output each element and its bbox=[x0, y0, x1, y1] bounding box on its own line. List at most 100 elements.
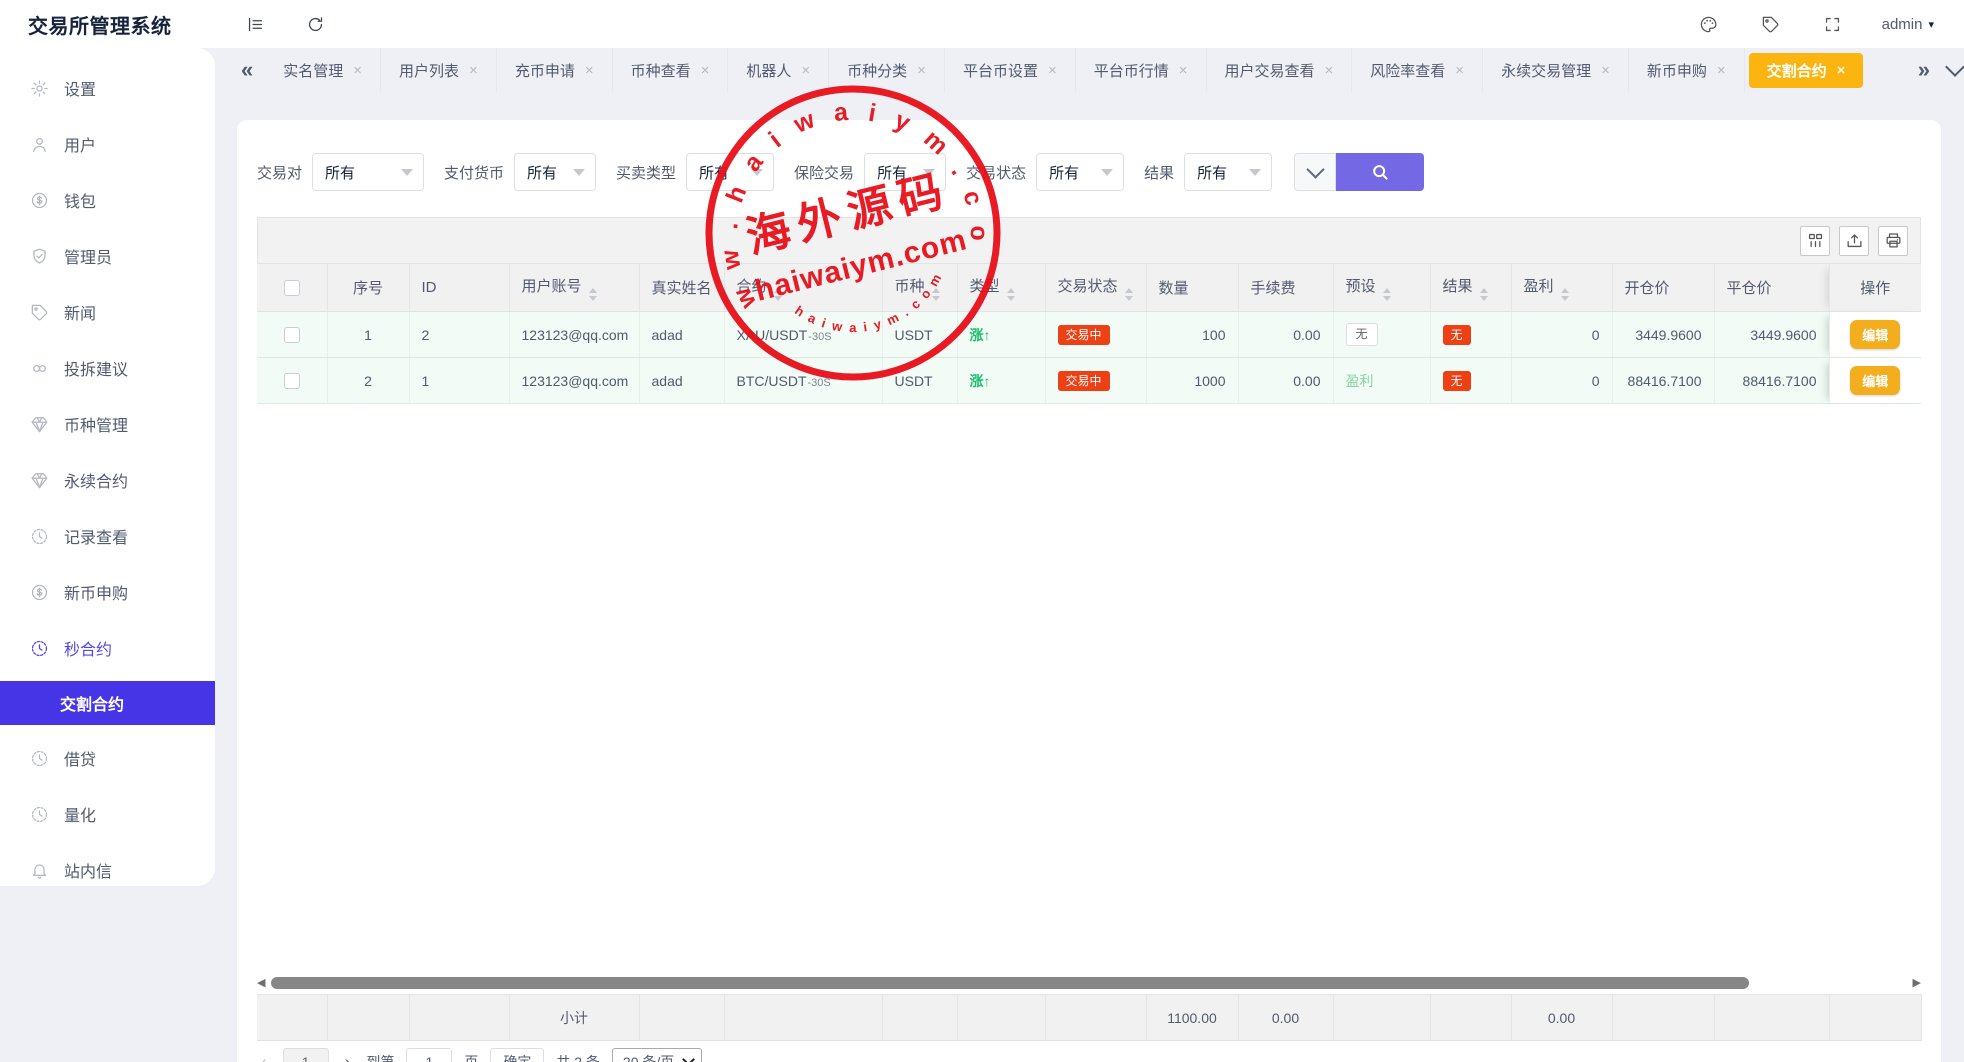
tab-close-icon[interactable]: × bbox=[701, 62, 710, 79]
cell-name: adad bbox=[639, 358, 724, 404]
menu-fold-icon[interactable] bbox=[242, 11, 268, 37]
scrollbar-thumb[interactable] bbox=[271, 977, 1749, 989]
tab-close-icon[interactable]: × bbox=[1325, 62, 1334, 79]
sort-icon[interactable] bbox=[774, 288, 782, 301]
sidebar-item-钱包[interactable]: 钱包 bbox=[0, 172, 215, 228]
filter-select-买卖类型[interactable]: 所有 bbox=[686, 153, 774, 191]
cell-preset: 盈利 bbox=[1333, 358, 1430, 404]
scroll-right-icon[interactable]: ▶ bbox=[1913, 976, 1921, 990]
row-checkbox[interactable] bbox=[284, 327, 300, 343]
filter-select-交易状态[interactable]: 所有 bbox=[1036, 153, 1124, 191]
status-badge: 交易中 bbox=[1058, 371, 1110, 391]
scroll-left-icon[interactable]: ◀ bbox=[257, 976, 265, 990]
cell-type: 涨↑ bbox=[957, 358, 1045, 404]
tab-充币申请[interactable]: 充币申请× bbox=[497, 48, 613, 92]
tab-close-icon[interactable]: × bbox=[1179, 62, 1188, 79]
column-header-操作: 操作 bbox=[1829, 264, 1921, 312]
sort-icon[interactable] bbox=[589, 288, 597, 301]
column-header-label: 用户账号 bbox=[522, 278, 582, 295]
horizontal-scrollbar[interactable]: ◀ ▶ bbox=[257, 976, 1921, 990]
tab-机器人[interactable]: 机器人× bbox=[728, 48, 829, 92]
tab-新币申购[interactable]: 新币申购× bbox=[1629, 48, 1745, 92]
content-card: 交易对所有支付货币所有买卖类型所有保险交易所有交易状态所有结果所有 序号ID用户… bbox=[237, 120, 1941, 1062]
tab-实名管理[interactable]: 实名管理× bbox=[265, 48, 381, 92]
cell-result: 无 bbox=[1430, 312, 1511, 358]
theme-palette-icon[interactable] bbox=[1696, 11, 1722, 37]
filter-select-结果[interactable]: 所有 bbox=[1184, 153, 1272, 191]
sort-icon[interactable] bbox=[932, 288, 940, 301]
tabs-dropdown-icon[interactable] bbox=[1945, 57, 1964, 77]
tab-close-icon[interactable]: × bbox=[1601, 62, 1610, 79]
sidebar-item-币种管理[interactable]: 币种管理 bbox=[0, 396, 215, 452]
filter-select-保险交易[interactable]: 所有 bbox=[864, 153, 946, 191]
tab-close-icon[interactable]: × bbox=[353, 62, 362, 79]
tab-close-icon[interactable]: × bbox=[1717, 62, 1726, 79]
tag-icon[interactable] bbox=[1758, 11, 1784, 37]
sort-icon[interactable] bbox=[1561, 288, 1569, 301]
cell-account: 123123@qq.com bbox=[509, 358, 639, 404]
edit-button[interactable]: 编辑 bbox=[1850, 320, 1900, 349]
sidebar-item-新币申购[interactable]: 新币申购 bbox=[0, 564, 215, 620]
sidebar-item-新闻[interactable]: 新闻 bbox=[0, 284, 215, 340]
print-button[interactable] bbox=[1878, 226, 1908, 256]
tab-用户列表[interactable]: 用户列表× bbox=[381, 48, 497, 92]
tab-label: 币种分类 bbox=[847, 60, 907, 81]
tab-close-icon[interactable]: × bbox=[801, 62, 810, 79]
tab-close-icon[interactable]: × bbox=[1455, 62, 1464, 79]
subtotal-row: 小计1100.000.000.00 bbox=[257, 995, 1921, 1041]
fullscreen-icon[interactable] bbox=[1820, 11, 1846, 37]
tab-close-icon[interactable]: × bbox=[469, 62, 478, 79]
tab-币种分类[interactable]: 币种分类 × bbox=[829, 48, 945, 92]
tabs-scroll-left[interactable]: « bbox=[229, 57, 265, 83]
confirm-button[interactable]: 确定 bbox=[490, 1048, 544, 1062]
prev-page-button[interactable]: ‹ bbox=[257, 1052, 271, 1062]
tab-平台币行情[interactable]: 平台币行情× bbox=[1076, 48, 1207, 92]
search-button[interactable] bbox=[1336, 153, 1424, 191]
tab-风险率查看[interactable]: 风险率查看× bbox=[1352, 48, 1483, 92]
tabs-scroll-right[interactable]: » bbox=[1906, 57, 1942, 83]
sort-icon[interactable] bbox=[1007, 288, 1015, 301]
cell-seq: 1 bbox=[327, 312, 409, 358]
tab-币种查看[interactable]: 币种查看× bbox=[613, 48, 729, 92]
select-all-checkbox[interactable] bbox=[284, 280, 300, 296]
user-menu[interactable]: admin ▾ bbox=[1882, 16, 1934, 33]
sidebar-item-记录查看[interactable]: 记录查看 bbox=[0, 508, 215, 564]
sidebar-item-秒合约[interactable]: 秒合约 bbox=[0, 620, 215, 676]
sidebar-item-用户[interactable]: 用户 bbox=[0, 116, 215, 172]
row-checkbox[interactable] bbox=[284, 373, 300, 389]
tab-close-icon[interactable]: × bbox=[1837, 62, 1846, 79]
filter-collapse-button[interactable] bbox=[1294, 153, 1336, 191]
page-number-button[interactable]: 1 bbox=[283, 1048, 329, 1062]
tab-close-icon[interactable]: × bbox=[917, 62, 926, 79]
page-size-select[interactable]: 20 条/页 bbox=[612, 1048, 702, 1062]
sidebar-item-永续合约[interactable]: 永续合约 bbox=[0, 452, 215, 508]
refresh-icon[interactable] bbox=[302, 11, 328, 37]
sort-icon[interactable] bbox=[1125, 288, 1133, 301]
sidebar-item-站内信[interactable]: 站内信 bbox=[0, 842, 215, 898]
sidebar-item-借贷[interactable]: 借贷 bbox=[0, 730, 215, 786]
sort-icon[interactable] bbox=[1480, 288, 1488, 301]
app-title: 交易所管理系统 bbox=[0, 10, 242, 39]
edit-button[interactable]: 编辑 bbox=[1850, 366, 1900, 395]
tab-永续交易管理[interactable]: 永续交易管理× bbox=[1483, 48, 1629, 92]
filter-select-支付货币[interactable]: 所有 bbox=[514, 153, 596, 191]
tab-用户交易查看[interactable]: 用户交易查看 × bbox=[1207, 48, 1353, 92]
sort-icon[interactable] bbox=[1383, 288, 1391, 301]
tab-label: 用户交易查看 bbox=[1225, 60, 1315, 81]
export-button[interactable] bbox=[1839, 226, 1869, 256]
sidebar-item-量化[interactable]: 量化 bbox=[0, 786, 215, 842]
tab-交割合约[interactable]: 交割合约× bbox=[1749, 53, 1864, 88]
tab-close-icon[interactable]: × bbox=[585, 62, 594, 79]
next-page-button[interactable]: › bbox=[341, 1052, 355, 1062]
sidebar-item-交割合约[interactable]: 交割合约 bbox=[0, 681, 215, 725]
subtotal-type bbox=[957, 995, 1045, 1041]
sidebar-item-管理员[interactable]: 管理员 bbox=[0, 228, 215, 284]
tab-close-icon[interactable]: × bbox=[1048, 62, 1057, 79]
sidebar-item-设置[interactable]: 设置 bbox=[0, 60, 215, 116]
goto-page-input[interactable] bbox=[406, 1048, 452, 1062]
columns-setting-button[interactable] bbox=[1800, 226, 1830, 256]
tab-平台币设置[interactable]: 平台币设置× bbox=[945, 48, 1076, 92]
column-header-合约: 合约 bbox=[724, 264, 882, 312]
filter-select-交易对[interactable]: 所有 bbox=[312, 153, 424, 191]
sidebar-item-投拆建议[interactable]: 投拆建议 bbox=[0, 340, 215, 396]
